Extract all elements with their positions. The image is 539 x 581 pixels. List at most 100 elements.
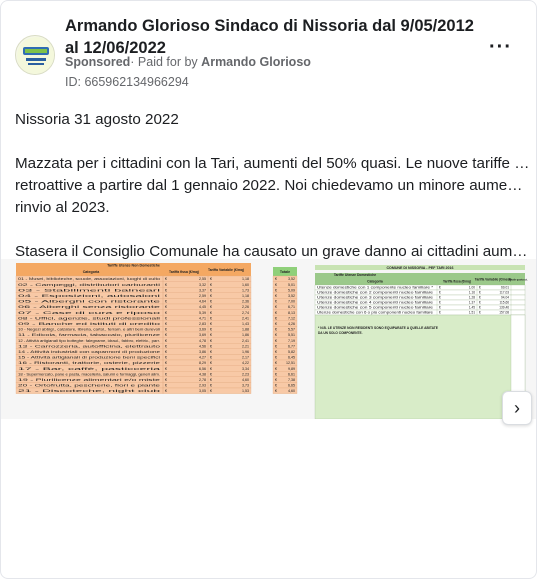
- left-table-currency: €: [210, 283, 212, 287]
- left-table-currency: €: [210, 372, 212, 376]
- right-table-note: DA UN SOLO COMPONENTE.: [318, 331, 363, 335]
- left-table-currency: €: [210, 350, 212, 354]
- left-table-currency: €: [210, 344, 212, 348]
- mid-table-currency: €: [275, 361, 277, 365]
- right-table-currency: €: [479, 296, 481, 300]
- right-table-title: COMUNE DI NISSORIA - PEF TARI 2016: [386, 266, 453, 270]
- left-table-currency: €: [165, 333, 167, 337]
- carousel-next-button[interactable]: ›: [502, 391, 532, 425]
- mid-table-currency: €: [275, 367, 277, 371]
- mid-table-cell: 7,38: [288, 378, 295, 382]
- left-table-cell: 3,69: [199, 328, 206, 332]
- more-options-icon[interactable]: ···: [489, 37, 512, 57]
- left-table-cell: 4,56: [199, 344, 206, 348]
- left-table-currency: €: [210, 305, 212, 309]
- tariff-tables-image: Tariffe Utenze Non Domestiche Categoria Ta…: [1, 259, 536, 419]
- right-table-cell: 157,08: [499, 311, 509, 315]
- post-text-line: rinvio al 2023.: [15, 199, 110, 216]
- left-table-currency: €: [210, 294, 212, 298]
- right-table-subtitle: Tariffe Utenze Domestiche: [334, 273, 376, 277]
- left-table-currency: €: [165, 288, 167, 292]
- left-table-cell: 2,17: [242, 356, 249, 360]
- right-table-currency: €: [479, 311, 481, 315]
- mid-table-cell: 4,60: [288, 389, 295, 393]
- left-table-cell: 18 - Supermercato, pane e pasta, macelle…: [18, 372, 160, 376]
- mid-table-cell: 3,52: [288, 294, 295, 298]
- right-table-currency: €: [439, 286, 441, 290]
- left-table-cell: 3,69: [199, 333, 206, 337]
- left-table-currency: €: [210, 339, 212, 343]
- page-avatar[interactable]: [15, 35, 55, 75]
- left-table-cell: 10 - Negozi abbigl., calzature, libreria…: [18, 328, 160, 332]
- left-table-cell: 8,29: [199, 361, 206, 365]
- right-table-cell: Utenze domestiche con 3 componenti nucle…: [317, 296, 433, 300]
- mid-table-currency: €: [275, 300, 277, 304]
- left-table-currency: €: [210, 277, 212, 281]
- left-table-currency: €: [165, 328, 167, 332]
- left-table-cell: 16 - Ristoranti, trattorie, osterie, piz…: [18, 361, 160, 365]
- sponsored-meta: Sponsored· Paid for by Armando Glorioso: [65, 55, 311, 69]
- left-table-currency: €: [165, 372, 167, 376]
- left-table-cell: 1,53: [242, 389, 249, 393]
- left-table-cell: 1,86: [242, 333, 249, 337]
- left-table-currency: €: [210, 378, 212, 382]
- left-table-currency: €: [165, 378, 167, 382]
- mid-table-currency: €: [275, 378, 277, 382]
- mid-table-cell: 6,45: [288, 356, 295, 360]
- left-table-currency: €: [210, 328, 212, 332]
- left-table-currency: €: [210, 322, 212, 326]
- left-table-cell: 09 - Banche ed istituti di credito: [18, 322, 160, 326]
- left-table-cell: 3,34: [242, 367, 249, 371]
- mid-table-cell: 5,82: [288, 350, 295, 354]
- right-table-currency: €: [439, 311, 441, 315]
- mid-table-currency: €: [275, 283, 277, 287]
- right-table-cell: Utenze domestiche con 5 componenti nucle…: [317, 306, 433, 310]
- right-table-cell: 1,37: [469, 301, 475, 305]
- left-table-cell: 19 - Plurilicenze alimentari e/o miste: [18, 378, 160, 382]
- left-table-currency: €: [165, 316, 167, 320]
- mid-table-currency: €: [275, 316, 277, 320]
- mid-table-currency: €: [275, 294, 277, 298]
- mid-table-cell: 5,57: [288, 328, 295, 332]
- mid-table-header: Totale: [280, 270, 290, 274]
- ad-image[interactable]: Tariffe Utenze Non Domestiche Categoria Ta…: [1, 259, 536, 419]
- mid-table-cell: 7,00: [288, 300, 295, 304]
- left-table-currency: €: [210, 333, 212, 337]
- left-table-cell: 03 - Stabilimenti balneari: [18, 288, 161, 292]
- left-table-currency: €: [165, 322, 167, 326]
- left-table-cell: 2,74: [242, 311, 249, 315]
- left-table-currency: €: [165, 339, 167, 343]
- page-name-link[interactable]: Armando Glorioso Sindaco di Nissoria dal…: [65, 15, 475, 59]
- right-table-cell: 69,01: [501, 286, 509, 290]
- mid-table-currency: €: [275, 333, 277, 337]
- left-table-cell: 14 - Attività industriali con capannoni …: [18, 350, 160, 354]
- right-table-currency: €: [479, 291, 481, 295]
- right-table-cell: Utenze domestiche con 6 o più componenti…: [317, 311, 433, 315]
- left-table-cell: 2,93: [199, 384, 206, 388]
- mid-table-cell: 7,12: [288, 316, 295, 320]
- left-table-cell: 3,73: [242, 384, 249, 388]
- left-table-currency: €: [210, 384, 212, 388]
- left-table-cell: 6,56: [199, 367, 206, 371]
- right-table-currency: €: [439, 291, 441, 295]
- left-table-cell: 1,43: [242, 322, 249, 326]
- left-table-cell: 2,36: [242, 300, 249, 304]
- left-table-currency: €: [165, 283, 167, 287]
- right-table-header: Tariffa Variabile (€/mesi): [475, 278, 511, 282]
- left-table-cell: 1,18: [242, 294, 249, 298]
- left-table-cell: 05 - Alberghi con ristorante: [18, 300, 160, 304]
- right-table-cell: 94,04: [501, 296, 509, 300]
- mid-table-cell: 6,77: [288, 344, 295, 348]
- payer-name[interactable]: Armando Glorioso: [201, 55, 311, 69]
- right-table-cell: 115,66: [499, 301, 509, 305]
- right-table-currency: €: [479, 301, 481, 305]
- left-table-currency: €: [165, 344, 167, 348]
- right-table-currency: €: [479, 306, 481, 310]
- left-table-cell: 4,60: [242, 378, 249, 382]
- left-table-cell: 11 - Edicola, farmacia, tabaccaio, pluri…: [18, 333, 160, 337]
- right-table-cell: Utenze domestiche con 1 componente nucle…: [317, 286, 434, 290]
- mid-table-currency: €: [275, 389, 277, 393]
- left-table-cell: 04 - Esposizioni, autosaloni: [18, 294, 161, 298]
- mid-table-cell: 5,01: [288, 283, 295, 287]
- mid-table-cell: 6,71: [288, 305, 295, 309]
